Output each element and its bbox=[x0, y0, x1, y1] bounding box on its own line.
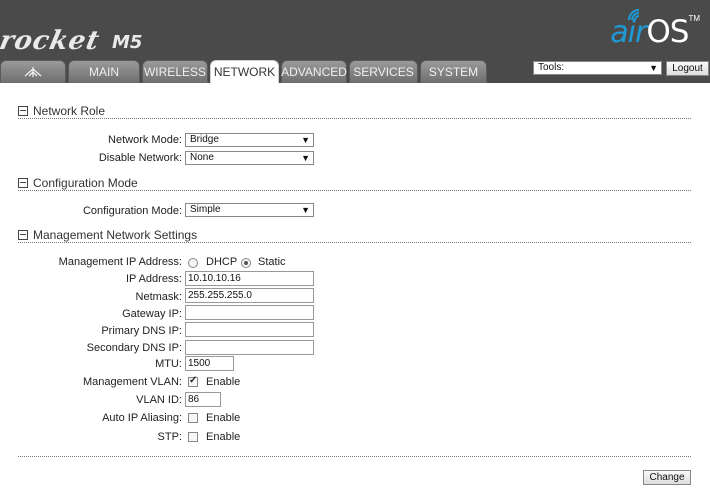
primary-dns-input[interactable] bbox=[185, 322, 314, 337]
management-vlan-checkbox[interactable] bbox=[188, 375, 198, 387]
secondary-dns-input[interactable] bbox=[185, 340, 314, 355]
gateway-label: Gateway IP: bbox=[122, 308, 182, 320]
netmask-label: Netmask: bbox=[135, 291, 182, 303]
vlan-id-label: VLAN ID: bbox=[136, 394, 182, 406]
tab-services[interactable]: SERVICES bbox=[349, 60, 418, 83]
auto-ip-aliasing-checkbox[interactable] bbox=[188, 413, 198, 423]
tab-wireless[interactable]: WIRELESS bbox=[142, 60, 208, 83]
divider bbox=[18, 456, 691, 457]
tab-main[interactable]: MAIN bbox=[68, 60, 140, 83]
trademark-text: TM bbox=[688, 14, 700, 23]
ubiquiti-logo-icon bbox=[24, 67, 42, 77]
ip-address-label: IP Address: bbox=[125, 273, 182, 285]
configuration-mode-label: Configuration Mode: bbox=[82, 205, 182, 217]
static-label: Static bbox=[258, 256, 286, 268]
dhcp-radio[interactable] bbox=[188, 258, 198, 268]
primary-dns-label: Primary DNS IP: bbox=[101, 325, 182, 337]
auto-ip-aliasing-label: Auto IP Aliasing: bbox=[102, 412, 182, 424]
mtu-input[interactable]: 1500 bbox=[185, 356, 234, 371]
collapse-icon[interactable] bbox=[18, 178, 28, 188]
chevron-down-icon: ▼ bbox=[301, 153, 310, 163]
stp-enable-label: Enable bbox=[206, 431, 241, 443]
mtu-label: MTU: bbox=[155, 358, 182, 370]
section-configuration-mode: Configuration Mode bbox=[18, 176, 691, 191]
tab-system[interactable]: SYSTEM bbox=[420, 60, 487, 83]
airos-logo: airOSTM bbox=[610, 9, 700, 50]
network-mode-value: Bridge bbox=[190, 134, 219, 145]
app-header: rocket M5 airOSTM MAIN WIRELESS NETWORK … bbox=[0, 0, 710, 83]
management-ip-mode-label: Management IP Address: bbox=[58, 256, 182, 268]
collapse-icon[interactable] bbox=[18, 106, 28, 116]
configuration-mode-value: Simple bbox=[190, 204, 221, 215]
section-title: Network Role bbox=[33, 104, 106, 118]
chevron-down-icon: ▼ bbox=[301, 205, 310, 215]
product-logo: rocket bbox=[0, 26, 103, 56]
gateway-input[interactable] bbox=[185, 305, 314, 320]
dhcp-label: DHCP bbox=[206, 256, 238, 268]
tools-dropdown[interactable]: Tools: ▼ bbox=[533, 61, 662, 75]
disable-network-label: Disable Network: bbox=[98, 152, 182, 164]
netmask-input[interactable]: 255.255.255.0 bbox=[185, 288, 314, 303]
network-mode-label: Network Mode: bbox=[108, 134, 182, 146]
wifi-waves-icon bbox=[628, 9, 640, 21]
section-title: Management Network Settings bbox=[33, 228, 198, 242]
management-vlan-enable-label: Enable bbox=[206, 376, 241, 388]
tab-advanced[interactable]: ADVANCED bbox=[281, 60, 347, 83]
auto-ip-aliasing-enable-label: Enable bbox=[206, 412, 241, 424]
section-network-role: Network Role bbox=[18, 104, 691, 119]
tab-network[interactable]: NETWORK bbox=[210, 60, 279, 83]
secondary-dns-label: Secondary DNS IP: bbox=[86, 342, 182, 354]
airos-os-text: OS bbox=[646, 14, 689, 50]
model-logo: M5 bbox=[112, 32, 143, 53]
logout-button[interactable]: Logout bbox=[666, 61, 709, 76]
change-button[interactable]: Change bbox=[643, 470, 691, 485]
tools-dropdown-value: Tools: bbox=[538, 62, 565, 73]
stp-label: STP: bbox=[157, 431, 182, 443]
collapse-icon[interactable] bbox=[18, 230, 28, 240]
main-tabs: MAIN WIRELESS NETWORK ADVANCED SERVICES … bbox=[0, 60, 489, 83]
configuration-mode-select[interactable]: Simple ▼ bbox=[185, 203, 314, 217]
section-management-network: Management Network Settings bbox=[18, 228, 691, 243]
disable-network-select[interactable]: None ▼ bbox=[185, 151, 314, 165]
tab-ubiquiti[interactable] bbox=[0, 60, 66, 83]
section-title: Configuration Mode bbox=[33, 176, 138, 190]
disable-network-value: None bbox=[190, 152, 214, 163]
chevron-down-icon: ▼ bbox=[301, 135, 310, 145]
ip-address-input[interactable]: 10.10.10.16 bbox=[185, 271, 314, 286]
network-mode-select[interactable]: Bridge ▼ bbox=[185, 133, 314, 147]
vlan-id-input[interactable]: 86 bbox=[185, 392, 221, 407]
management-vlan-label: Management VLAN: bbox=[82, 376, 182, 388]
static-radio[interactable] bbox=[241, 258, 251, 268]
stp-checkbox[interactable] bbox=[188, 432, 198, 442]
chevron-down-icon: ▼ bbox=[649, 63, 658, 73]
